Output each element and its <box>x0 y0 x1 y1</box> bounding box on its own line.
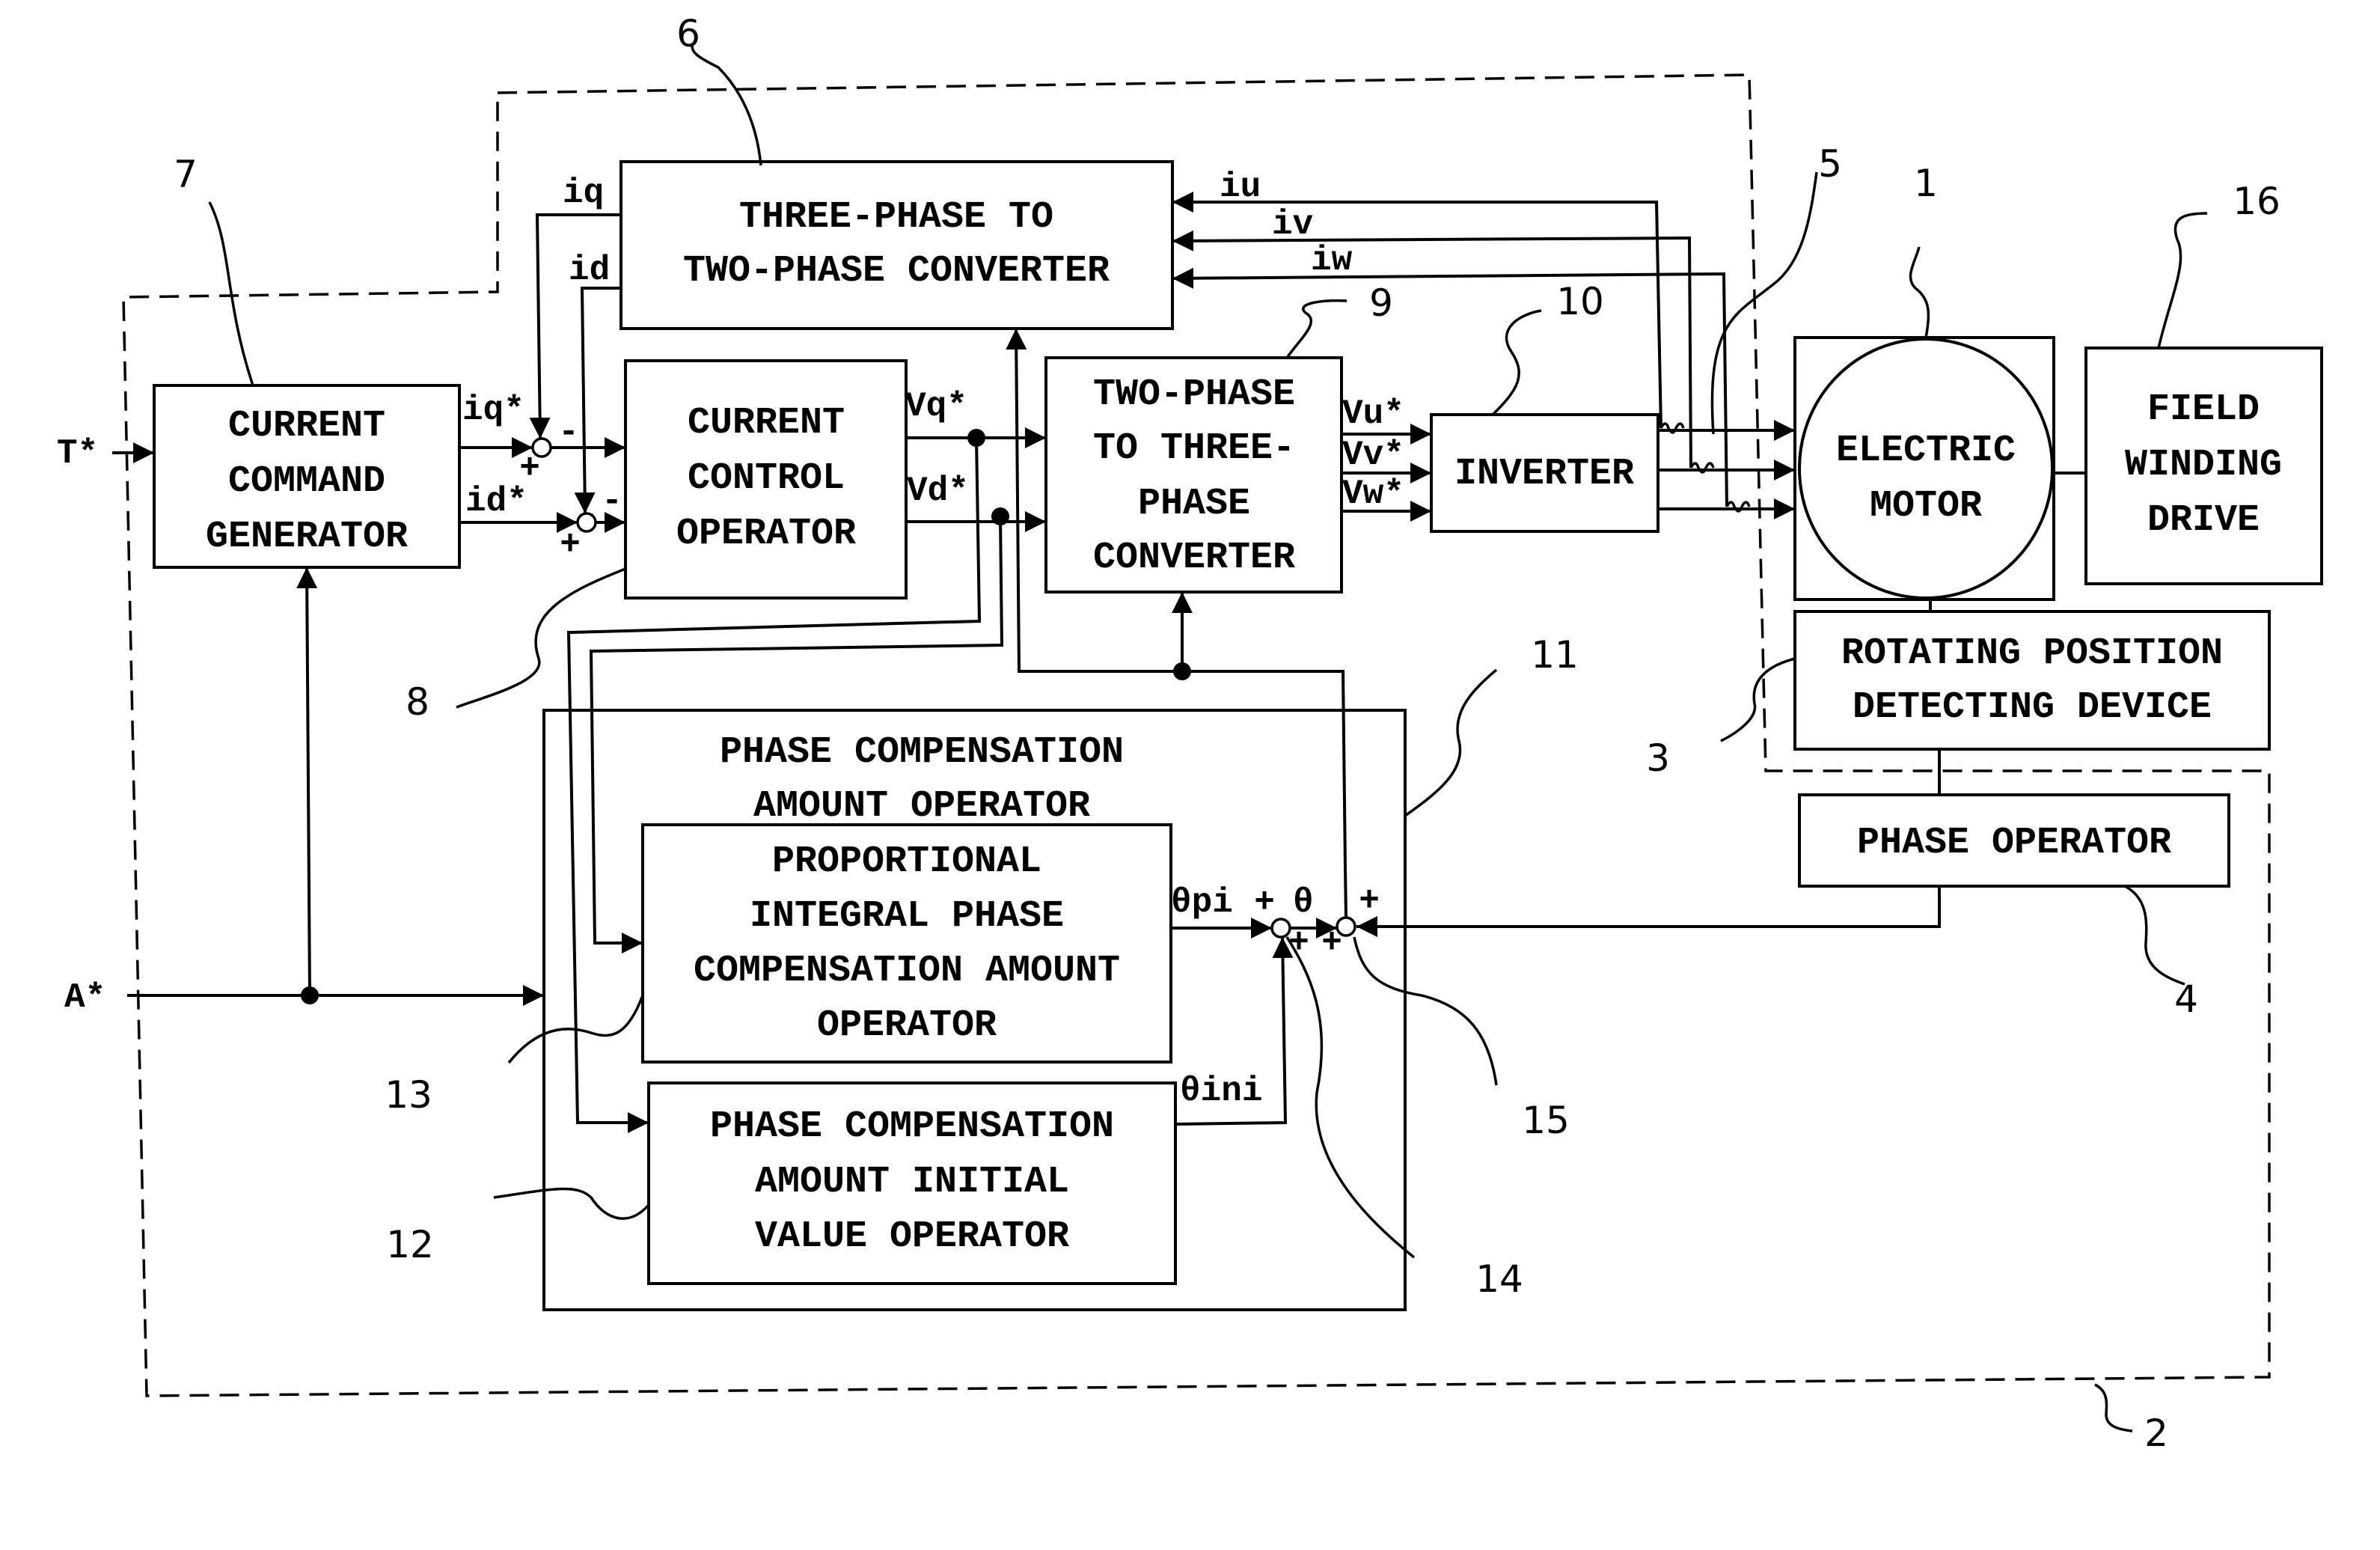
signal-label-vq-star: Vq* <box>905 387 967 426</box>
id-feedback-line <box>574 287 621 514</box>
block-label-line: TO THREE- <box>1093 427 1295 470</box>
block-label-line: DRIVE <box>2147 499 2260 542</box>
block-label-line: PHASE COMPENSATION <box>710 1105 1114 1148</box>
block-diagram: CURRENT COMMAND GENERATOR THREE-PHASE TO… <box>57 12 2323 1455</box>
three-to-two-phase-converter-block: THREE-PHASE TO TWO-PHASE CONVERTER <box>620 160 1174 330</box>
block-label-line: PHASE COMPENSATION <box>720 731 1124 774</box>
block-label-line: ELECTRIC <box>1836 430 2016 472</box>
block-label-line: COMPENSATION AMOUNT <box>694 950 1120 992</box>
sign-plus: + <box>519 449 540 488</box>
ref-number-8: 8 <box>406 680 429 724</box>
leader-10 <box>1491 309 1542 416</box>
field-winding-drive-block: FIELD WINDING DRIVE <box>2084 347 2323 585</box>
electric-motor-block: ELECTRIC MOTOR <box>1793 336 2055 601</box>
ref-number-7: 7 <box>174 153 198 196</box>
signal-label-a-star: A* <box>64 978 105 1017</box>
block-label-line: CURRENT <box>688 402 845 445</box>
two-to-three-phase-converter-block: TWO-PHASE TO THREE- PHASE CONVERTER <box>1044 356 1343 594</box>
signal-label-vv-star: Vv* <box>1342 436 1404 475</box>
inverter-block: INVERTER <box>1430 413 1659 533</box>
ref-number-6: 6 <box>676 12 700 55</box>
current-control-operator-block: CURRENT CONTROL OPERATOR <box>624 359 908 599</box>
block-label-line: AMOUNT INITIAL <box>755 1161 1069 1203</box>
ref-number-14: 14 <box>1475 1257 1523 1301</box>
ref-number-13: 13 <box>385 1073 432 1117</box>
block-label-line: PHASE <box>1138 483 1250 525</box>
block-label-line: GENERATOR <box>206 516 408 558</box>
block-label-line: ROTATING POSITION <box>1841 632 2223 675</box>
block-label-line: CURRENT <box>228 405 385 448</box>
leader-2 <box>2094 1383 2133 1432</box>
ref-number-4: 4 <box>2174 977 2198 1021</box>
block-label-line: OPERATOR <box>817 1004 997 1047</box>
ref-number-16: 16 <box>2233 180 2280 223</box>
signal-label-vu-star: Vu* <box>1342 394 1404 433</box>
ref-number-1: 1 <box>1914 162 1938 205</box>
leader-8 <box>456 567 626 709</box>
sign-plus: + <box>1254 883 1275 922</box>
leader-1 <box>1909 246 1930 338</box>
signal-label-iq-star: iq* <box>462 391 524 430</box>
signal-label-theta: θ <box>1293 883 1314 922</box>
block-label-line: TWO-PHASE CONVERTER <box>683 250 1110 293</box>
signal-label-vd-star: Vd* <box>907 472 969 510</box>
leader-6 <box>691 44 762 166</box>
block-label-line: VALUE OPERATOR <box>755 1215 1069 1258</box>
block-label-line: AMOUNT OPERATOR <box>753 785 1090 828</box>
block-label-line: DETECTING DEVICE <box>1853 686 2212 729</box>
signal-label-iv: iv <box>1272 205 1313 244</box>
ref-number-11: 11 <box>1531 633 1579 677</box>
ref-number-3: 3 <box>1646 736 1670 780</box>
signal-label-iw: iw <box>1311 241 1353 280</box>
ref-number-15: 15 <box>1522 1099 1570 1142</box>
sign-minus: - <box>558 413 579 452</box>
block-label-line: COMMAND <box>228 460 385 503</box>
leader-9 <box>1285 299 1347 359</box>
ref-number-5: 5 <box>1818 142 1842 186</box>
initial-value-operator-block: PHASE COMPENSATION AMOUNT INITIAL VALUE … <box>647 1081 1177 1285</box>
ref-number-12: 12 <box>386 1223 434 1266</box>
signal-label-theta-pi: θpi <box>1171 883 1233 922</box>
iq-feedback-line <box>529 213 621 439</box>
block-label-line: INTEGRAL PHASE <box>750 895 1064 938</box>
block-label-line: WINDING <box>2125 444 2282 486</box>
block-label-line: FIELD <box>2147 388 2260 431</box>
sign-plus: + <box>1288 924 1309 962</box>
block-label-line: CONVERTER <box>1093 537 1295 579</box>
ref-number-2: 2 <box>2144 1412 2168 1455</box>
signal-label-id-star: id* <box>465 482 527 521</box>
ref-number-9: 9 <box>1369 281 1393 325</box>
block-label-line: TWO-PHASE <box>1093 373 1295 416</box>
block-label-line: PHASE OPERATOR <box>1857 822 2171 864</box>
signal-label-t-star: T* <box>57 434 98 473</box>
a-star-to-generator-line <box>296 567 318 996</box>
signal-label-vw-star: Vw* <box>1342 475 1404 513</box>
leader-7 <box>208 201 254 386</box>
leader-3 <box>1720 657 1796 742</box>
phase-operator-block: PHASE OPERATOR <box>1798 793 2230 888</box>
block-label-line: THREE-PHASE TO <box>739 196 1053 239</box>
current-command-generator-block: CURRENT COMMAND GENERATOR <box>153 384 461 569</box>
sign-minus: - <box>602 482 622 521</box>
block-label-line: INVERTER <box>1454 453 1634 495</box>
pi-phase-compensation-operator-block: PROPORTIONAL INTEGRAL PHASE COMPENSATION… <box>641 823 1172 1064</box>
signal-label-theta-ini: θini <box>1180 1072 1262 1111</box>
sign-plus: + <box>560 525 581 564</box>
signal-label-id: id <box>569 251 610 290</box>
block-label-line: PROPORTIONAL <box>772 840 1041 883</box>
signal-label-iu: iu <box>1220 168 1261 207</box>
sign-plus: + <box>1321 924 1342 962</box>
rotating-position-detecting-device-block: ROTATING POSITION DETECTING DEVICE <box>1793 610 2271 751</box>
block-label-line: OPERATOR <box>676 513 856 555</box>
signal-label-iq: iq <box>563 174 604 213</box>
ref-number-10: 10 <box>1556 280 1604 323</box>
block-label-line: CONTROL <box>688 457 845 500</box>
phase-operator-output-line <box>1356 886 1941 937</box>
leader-11 <box>1404 668 1498 817</box>
block-label-line: MOTOR <box>1870 485 1982 528</box>
leader-4 <box>2124 885 2185 986</box>
theta-output-stub-line <box>1344 867 1347 918</box>
sign-plus: + <box>1359 882 1380 921</box>
leader-16 <box>2157 212 2208 349</box>
